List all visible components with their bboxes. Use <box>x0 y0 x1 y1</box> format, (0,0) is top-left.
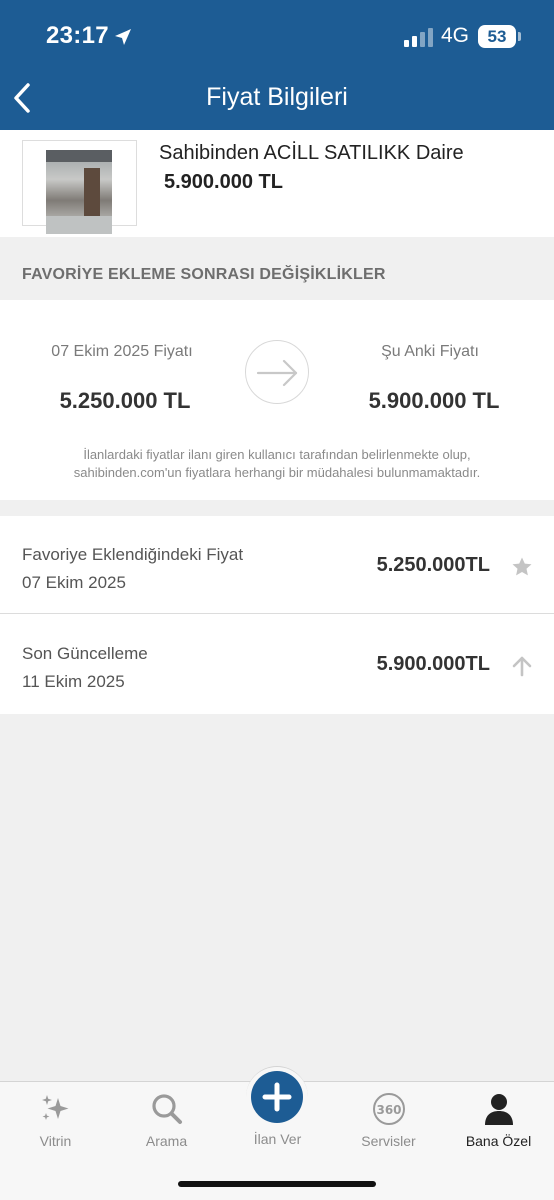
arrow-right-icon <box>245 340 309 404</box>
page-title: Fiyat Bilgileri <box>206 83 348 111</box>
location-arrow-icon <box>115 29 131 45</box>
listing-thumbnail[interactable] <box>22 140 137 234</box>
network-type: 4G <box>441 24 470 47</box>
row-label: Favoriye Eklendiğindeki Fiyat <box>22 545 244 564</box>
sparkles-icon <box>42 1095 69 1120</box>
list-item-last-update: Son Güncelleme 11 Ekim 2025 5.900.000TL <box>0 615 554 713</box>
disclaimer-line-2: sahibinden.com'un fiyatlara herhangi bir… <box>73 465 481 480</box>
person-icon <box>485 1094 513 1125</box>
row-label: Son Güncelleme <box>22 644 148 663</box>
listing-photo <box>46 150 112 234</box>
tab-ilan-ver[interactable]: İlan Ver <box>222 1082 333 1162</box>
tab-arama[interactable]: Arama <box>111 1082 222 1162</box>
price-comparison-card: 07 Ekim 2025 Fiyatı 5.250.000 TL Şu Anki… <box>0 300 554 500</box>
listing-summary[interactable]: Sahibinden ACİLL SATILIKK Daire 5.900.00… <box>0 130 554 237</box>
arrow-up-icon <box>512 656 532 677</box>
tab-label: İlan Ver <box>253 1131 302 1147</box>
listing-price: 5.900.000 TL <box>164 171 283 193</box>
status-time: 23:17 <box>46 22 109 49</box>
current-price-label: Şu Anki Fiyatı <box>381 343 479 360</box>
row-price: 5.250.000TL <box>376 554 490 576</box>
tab-label: Arama <box>145 1133 188 1149</box>
tab-bana-ozel[interactable]: Bana Özel <box>443 1082 554 1162</box>
tab-label: Bana Özel <box>465 1133 532 1149</box>
cellular-signal-icon <box>404 28 433 47</box>
star-icon <box>512 557 532 576</box>
row-date: 07 Ekim 2025 <box>22 573 126 592</box>
previous-price-value: 5.250.000 TL <box>59 388 191 413</box>
360-icon: 360 <box>373 1093 405 1125</box>
current-price-value: 5.900.000 TL <box>368 388 500 413</box>
list-item-favorite-price: Favoriye Eklendiğindeki Fiyat 07 Ekim 20… <box>0 516 554 614</box>
price-disclaimer: İlanlardaki fiyatlar ilanı giren kullanı… <box>20 446 534 482</box>
battery-indicator: 53 <box>478 25 521 48</box>
svg-text:360: 360 <box>376 1103 401 1117</box>
row-price: 5.900.000TL <box>376 653 490 675</box>
status-bar: 23:17 4G 53 <box>0 0 554 70</box>
home-indicator <box>178 1181 376 1187</box>
tab-servisler[interactable]: 360 Servisler <box>333 1082 444 1162</box>
previous-price-label: 07 Ekim 2025 Fiyatı <box>51 343 193 360</box>
listing-title: Sahibinden ACİLL SATILIKK Daire <box>159 142 464 164</box>
tab-label: Servisler <box>361 1133 416 1149</box>
top-bar: 23:17 4G 53 Fiyat Bilgileri <box>0 0 554 130</box>
disclaimer-line-1: İlanlardaki fiyatlar ilanı giren kullanı… <box>83 447 471 462</box>
row-date: 11 Ekim 2025 <box>22 672 125 691</box>
search-icon <box>152 1094 182 1124</box>
tab-label: Vitrin <box>39 1133 72 1149</box>
price-history-list: Favoriye Eklendiğindeki Fiyat 07 Ekim 20… <box>0 516 554 714</box>
section-title: FAVORİYE EKLEME SONRASI DEĞİŞİKLİKLER <box>22 266 386 283</box>
tab-vitrin[interactable]: Vitrin <box>0 1082 111 1162</box>
